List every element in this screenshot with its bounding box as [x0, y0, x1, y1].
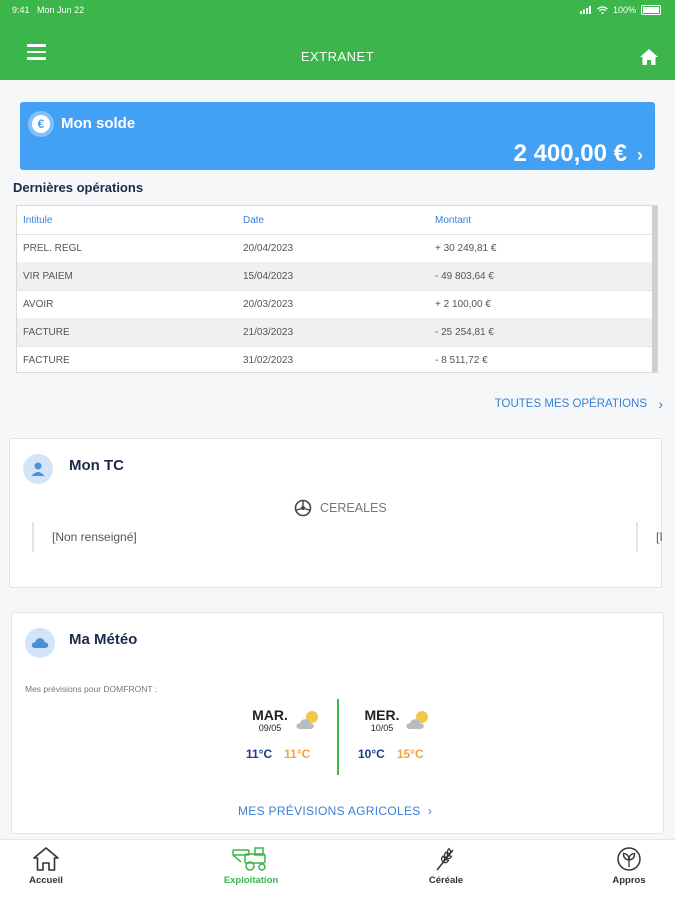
operation-label: AVOIR: [23, 299, 54, 310]
tab-label: Exploitation: [223, 875, 279, 886]
operation-amount: - 8 511,72 €: [435, 355, 488, 366]
forecast-temps: 11°C 11°C: [246, 747, 310, 761]
tab-exploitation[interactable]: Exploitation: [211, 846, 291, 886]
meteo-card: Ma Météo Mes prévisions pour DOMFRONT : …: [11, 612, 664, 834]
chevron-right-icon: ›: [427, 804, 433, 818]
temp-max: 11°C: [284, 747, 311, 761]
table-row[interactable]: PREL. REGL 20/04/2023 + 30 249,81 €: [17, 234, 653, 263]
app-title: EXTRANET: [300, 49, 375, 64]
operations-title: Dernières opérations: [13, 180, 144, 195]
operation-label: PREL. REGL: [23, 243, 82, 254]
all-operations-link[interactable]: TOUTES MES OPÉRATIONS: [495, 398, 647, 410]
balance-card[interactable]: € Mon solde 2 400,00 € ›: [20, 102, 655, 170]
cloud-icon: [25, 628, 55, 658]
tab-label: Appros: [612, 875, 646, 886]
signal-icon: [579, 6, 591, 14]
wheel-icon: [294, 499, 312, 517]
app-header: EXTRANET: [0, 22, 675, 80]
table-header-row: Intitule Date Montant: [17, 206, 653, 235]
operation-amount: - 25 254,81 €: [435, 327, 494, 338]
user-icon: [23, 454, 53, 484]
battery-icon: [641, 5, 661, 15]
table-row[interactable]: AVOIR 20/03/2023 + 2 100,00 €: [17, 290, 653, 319]
tc-card: Mon TC CEREALES [Non renseigné] [I: [9, 438, 664, 588]
tc-next-item: [I: [636, 522, 664, 552]
tab-label: Céréale: [428, 875, 464, 886]
table-row[interactable]: FACTURE 21/03/2023 - 25 254,81 €: [17, 318, 653, 347]
temp-min: 10°C: [358, 747, 385, 761]
status-bar: 9:41 Mon Jun 22 100%: [0, 0, 675, 22]
operation-date: 21/03/2023: [243, 327, 294, 338]
partly-cloudy-icon: [296, 711, 318, 729]
tab-cereale[interactable]: Céréale: [406, 846, 486, 886]
tab-label: Accueil: [29, 875, 63, 886]
column-header-label: Intitule: [23, 215, 53, 226]
operation-label: FACTURE: [23, 327, 70, 338]
tc-value: [Non renseigné]: [32, 522, 137, 552]
status-time: 9:41: [12, 5, 30, 15]
operation-amount: - 49 803,64 €: [435, 271, 494, 282]
leaf-circle-icon: [617, 847, 641, 871]
operation-date: 15/04/2023: [243, 271, 294, 282]
operation-label: VIR PAIEM: [23, 271, 73, 282]
balance-amount: 2 400,00 €: [513, 140, 627, 167]
agricultural-forecast-link[interactable]: MES PRÉVISIONS AGRICOLES ›: [238, 804, 432, 818]
temp-max: 15°C: [396, 747, 424, 761]
home-outline-icon: [33, 847, 59, 871]
partly-cloudy-icon: [406, 711, 428, 729]
tc-category: CEREALES: [294, 499, 387, 517]
chevron-right-icon: ›: [658, 396, 663, 412]
forecast-location-label: Mes prévisions pour DOMFRONT :: [25, 684, 158, 694]
wifi-icon: [597, 6, 608, 14]
status-time-date: 9:41 Mon Jun 22: [12, 5, 84, 15]
column-header-date: Date: [243, 215, 265, 226]
forecast-temps: 10°C 15°C: [358, 747, 424, 761]
table-row[interactable]: FACTURE 31/02/2023 - 8 511,72 €: [17, 346, 653, 374]
tc-title: Mon TC: [69, 457, 124, 474]
operation-date: 31/02/2023: [243, 355, 294, 366]
harvester-icon: [232, 847, 266, 871]
temp-min: 11°C: [246, 747, 273, 761]
operation-label: FACTURE: [23, 355, 70, 366]
column-header-amount: Montant: [435, 215, 472, 226]
tab-accueil[interactable]: Accueil: [6, 846, 86, 886]
chevron-right-icon: ›: [637, 145, 643, 165]
operation-date: 20/03/2023: [243, 299, 294, 310]
operations-table: Intitule Date Montant PREL. REGL 20/04/2…: [16, 205, 658, 373]
battery-percent: 100%: [612, 5, 636, 15]
status-date: Mon Jun 22: [37, 5, 85, 15]
meteo-title: Ma Météo: [69, 631, 138, 648]
home-icon[interactable]: [639, 48, 659, 66]
operation-amount: + 2 100,00 €: [435, 299, 491, 310]
forecast-divider: [337, 699, 339, 775]
operation-date: 20/04/2023: [243, 243, 294, 254]
status-indicators: 100%: [579, 5, 661, 15]
table-scrollbar[interactable]: [652, 206, 657, 372]
table-row[interactable]: VIR PAIEM 15/04/2023 - 49 803,64 €: [17, 262, 653, 291]
balance-label: Mon solde: [61, 115, 136, 132]
operation-amount: + 30 249,81 €: [435, 243, 497, 254]
tc-category-label: CEREALES: [320, 501, 387, 515]
tab-appros[interactable]: Appros: [589, 846, 669, 886]
wheat-icon: [436, 847, 454, 871]
agricultural-forecast-label: MES PRÉVISIONS AGRICOLES: [238, 804, 421, 818]
bottom-tab-bar: Accueil Exploitation Céréale Appros: [0, 839, 675, 901]
euro-icon: €: [28, 111, 54, 137]
